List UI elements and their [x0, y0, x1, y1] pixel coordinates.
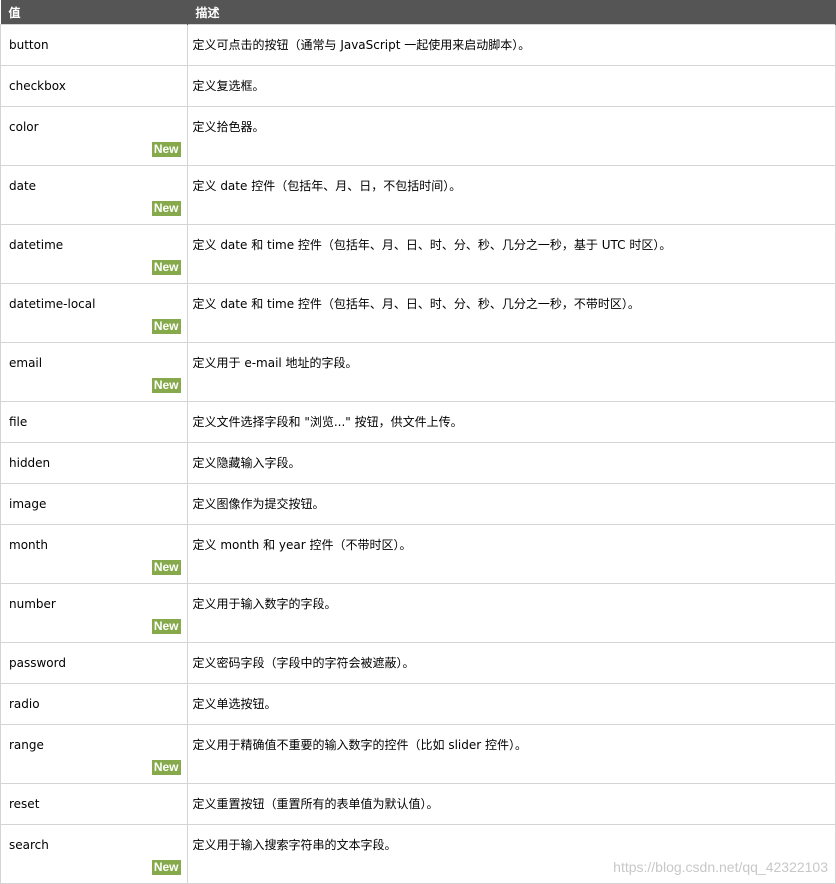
description-cell: 定义隐藏输入字段。	[186, 442, 836, 484]
input-type-value: search	[9, 838, 49, 852]
input-type-description: 定义 date 和 time 控件（包括年、月、日、时、分、秒、几分之一秒，不带…	[192, 297, 640, 311]
value-cell: password	[0, 642, 188, 684]
value-cell: reset	[0, 783, 188, 825]
table-row: color New 定义拾色器。	[0, 106, 836, 166]
table-row: reset 定义重置按钮（重置所有的表单值为默认值）。	[0, 783, 836, 825]
description-cell: 定义用于精确值不重要的输入数字的控件（比如 slider 控件）。	[186, 724, 836, 784]
new-badge: New	[151, 760, 181, 775]
new-badge: New	[151, 860, 181, 875]
input-type-value: range	[9, 738, 44, 752]
value-cell: radio	[0, 683, 188, 725]
value-cell: month New	[0, 524, 188, 584]
input-type-description: 定义用于精确值不重要的输入数字的控件（比如 slider 控件）。	[192, 738, 528, 752]
input-type-description: 定义复选框。	[192, 79, 265, 93]
input-type-value: date	[9, 179, 37, 193]
input-type-value: color	[9, 120, 39, 134]
table-row: number New 定义用于输入数字的字段。	[0, 583, 836, 643]
new-badge: New	[151, 142, 181, 157]
input-type-value: datetime-local	[9, 297, 96, 311]
input-type-value: radio	[9, 697, 40, 711]
value-cell: image	[0, 483, 188, 525]
description-cell: 定义 month 和 year 控件（不带时区）。	[186, 524, 836, 584]
input-type-value: button	[9, 38, 49, 52]
table-row: month New 定义 month 和 year 控件（不带时区）。	[0, 524, 836, 584]
new-badge: New	[151, 319, 181, 334]
description-cell: 定义复选框。	[186, 65, 836, 107]
input-type-reference-table: 值 描述 button 定义可点击的按钮（通常与 JavaScript 一起使用来…	[0, 0, 836, 884]
table-row: range New 定义用于精确值不重要的输入数字的控件（比如 slider 控件）…	[0, 724, 836, 784]
table-body: button 定义可点击的按钮（通常与 JavaScript 一起使用来启动脚本）…	[0, 24, 836, 884]
table-row: radio 定义单选按钮。	[0, 683, 836, 725]
description-cell: 定义图像作为提交按钮。	[186, 483, 836, 525]
description-cell: 定义密码字段（字段中的字符会被遮蔽）。	[186, 642, 836, 684]
new-badge: New	[151, 560, 181, 575]
input-type-value: image	[9, 497, 47, 511]
description-cell: 定义 date 和 time 控件（包括年、月、日、时、分、秒、几分之一秒，不带…	[186, 283, 836, 343]
table-row: password 定义密码字段（字段中的字符会被遮蔽）。	[0, 642, 836, 684]
input-type-description: 定义重置按钮（重置所有的表单值为默认值）。	[192, 797, 439, 811]
value-cell: email New	[0, 342, 188, 402]
value-cell: range New	[0, 724, 188, 784]
table-row: date New 定义 date 控件（包括年、月、日，不包括时间）。	[0, 165, 836, 225]
table-row: image 定义图像作为提交按钮。	[0, 483, 836, 525]
input-type-description: 定义 month 和 year 控件（不带时区）。	[192, 538, 412, 552]
table-row: hidden 定义隐藏输入字段。	[0, 442, 836, 484]
description-cell: 定义拾色器。	[186, 106, 836, 166]
value-cell: button	[0, 24, 188, 66]
input-type-value: month	[9, 538, 48, 552]
input-type-value: file	[9, 415, 28, 429]
header-description: 描述	[187, 0, 836, 25]
input-type-description: 定义拾色器。	[192, 120, 265, 134]
table-row: datetime New 定义 date 和 time 控件（包括年、月、日、时、分…	[0, 224, 836, 284]
new-badge: New	[151, 260, 181, 275]
value-cell: checkbox	[0, 65, 188, 107]
input-type-value: checkbox	[9, 79, 66, 93]
value-cell: datetime-local New	[0, 283, 188, 343]
new-badge: New	[151, 619, 181, 634]
table-header-row: 值 描述	[0, 0, 836, 25]
input-type-value: datetime	[9, 238, 64, 252]
table-row: checkbox 定义复选框。	[0, 65, 836, 107]
input-type-description: 定义隐藏输入字段。	[192, 456, 301, 470]
input-type-value: password	[9, 656, 66, 670]
new-badge: New	[151, 201, 181, 216]
value-cell: search New	[0, 824, 188, 884]
new-badge: New	[151, 378, 181, 393]
value-cell: file	[0, 401, 188, 443]
input-type-value: email	[9, 356, 43, 370]
description-cell: 定义重置按钮（重置所有的表单值为默认值）。	[186, 783, 836, 825]
description-cell: 定义 date 和 time 控件（包括年、月、日、时、分、秒、几分之一秒，基于…	[186, 224, 836, 284]
input-type-description: 定义密码字段（字段中的字符会被遮蔽）。	[192, 656, 415, 670]
description-cell: 定义可点击的按钮（通常与 JavaScript 一起使用来启动脚本）。	[186, 24, 836, 66]
input-type-description: 定义文件选择字段和 "浏览..." 按钮，供文件上传。	[192, 415, 463, 429]
input-type-value: number	[9, 597, 56, 611]
value-cell: number New	[0, 583, 188, 643]
value-cell: hidden	[0, 442, 188, 484]
header-value: 值	[0, 0, 188, 25]
input-type-description: 定义图像作为提交按钮。	[192, 497, 325, 511]
description-cell: 定义用于输入数字的字段。	[186, 583, 836, 643]
table-row: email New 定义用于 e-mail 地址的字段。	[0, 342, 836, 402]
input-type-value: reset	[9, 797, 40, 811]
description-cell: 定义 date 控件（包括年、月、日，不包括时间）。	[186, 165, 836, 225]
input-type-description: 定义用于 e-mail 地址的字段。	[192, 356, 358, 370]
description-cell: 定义用于 e-mail 地址的字段。	[186, 342, 836, 402]
input-type-description: 定义 date 控件（包括年、月、日，不包括时间）。	[192, 179, 462, 193]
input-type-description: 定义用于输入搜索字符串的文本字段。	[192, 838, 397, 852]
value-cell: datetime New	[0, 224, 188, 284]
table-row: file 定义文件选择字段和 "浏览..." 按钮，供文件上传。	[0, 401, 836, 443]
input-type-description: 定义可点击的按钮（通常与 JavaScript 一起使用来启动脚本）。	[192, 38, 531, 52]
value-cell: date New	[0, 165, 188, 225]
watermark: https://blog.csdn.net/qq_42322103	[613, 859, 828, 875]
input-type-description: 定义 date 和 time 控件（包括年、月、日、时、分、秒、几分之一秒，基于…	[192, 238, 672, 252]
input-type-description: 定义用于输入数字的字段。	[192, 597, 337, 611]
description-cell: 定义文件选择字段和 "浏览..." 按钮，供文件上传。	[186, 401, 836, 443]
input-type-description: 定义单选按钮。	[192, 697, 277, 711]
value-cell: color New	[0, 106, 188, 166]
table-row: datetime-local New 定义 date 和 time 控件（包括年、月…	[0, 283, 836, 343]
input-type-value: hidden	[9, 456, 51, 470]
table-row: button 定义可点击的按钮（通常与 JavaScript 一起使用来启动脚本）…	[0, 24, 836, 66]
description-cell: 定义单选按钮。	[186, 683, 836, 725]
